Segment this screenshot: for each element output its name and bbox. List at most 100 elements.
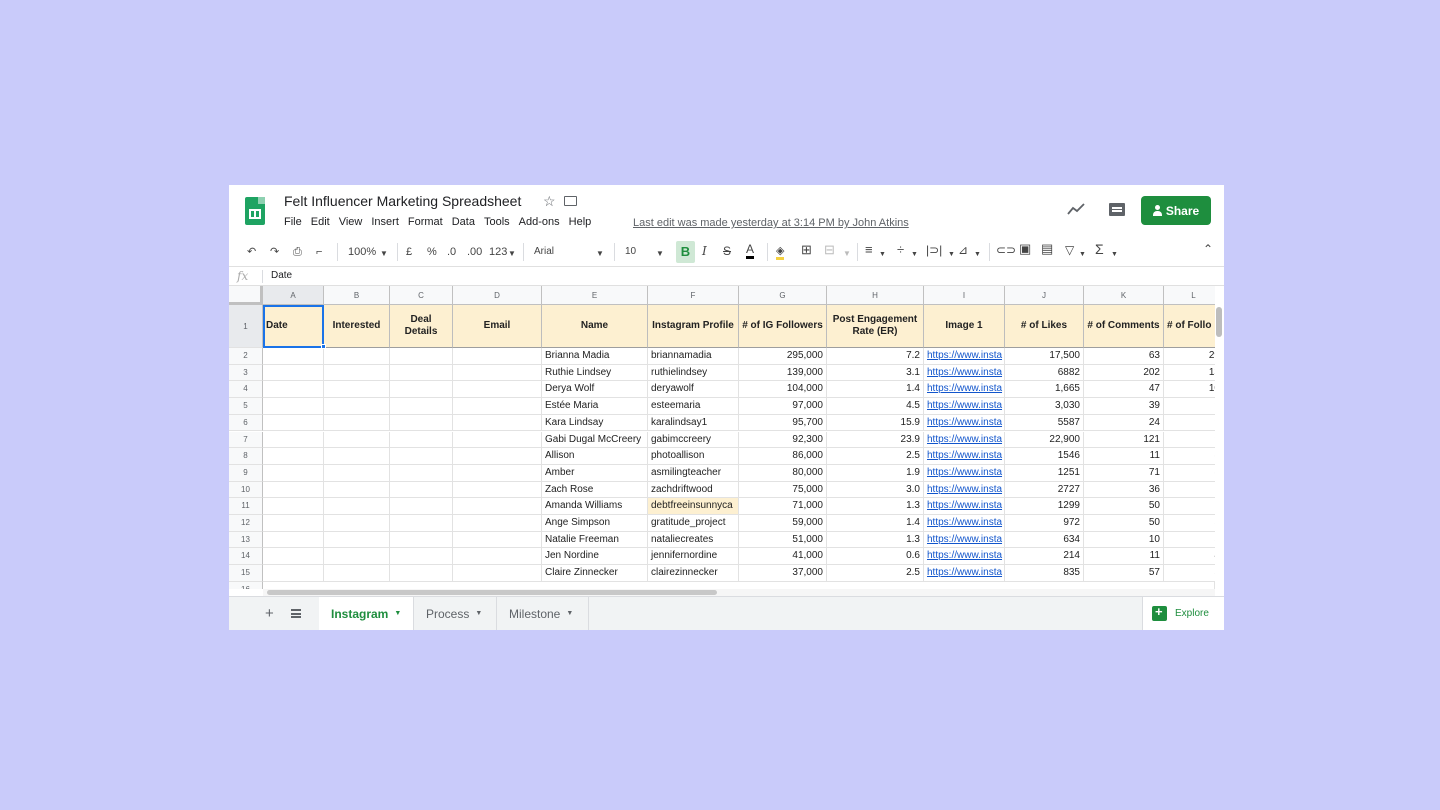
star-icon[interactable]: ☆ bbox=[543, 193, 556, 210]
strikethrough-button[interactable]: S bbox=[723, 244, 731, 258]
row-header[interactable]: 2 bbox=[229, 348, 263, 365]
merge-cells-icon[interactable]: ⊟ bbox=[824, 243, 835, 257]
table-cell[interactable]: 51,000 bbox=[739, 531, 827, 549]
insert-link-icon[interactable]: ⊂⊃ bbox=[996, 243, 1016, 257]
share-button[interactable]: Share bbox=[1141, 196, 1211, 225]
column-header-j[interactable]: J bbox=[1005, 286, 1084, 305]
table-cell[interactable]: asmilingteacher bbox=[648, 464, 739, 482]
table-cell[interactable]: 41,000 bbox=[739, 548, 827, 566]
table-cell[interactable]: 3.0 bbox=[827, 481, 924, 499]
table-cell[interactable]: karalindsay1 bbox=[648, 414, 739, 432]
row-header[interactable]: 15 bbox=[229, 565, 263, 582]
table-cell[interactable]: 202 bbox=[1084, 364, 1164, 382]
table-cell[interactable]: Ange Simpson bbox=[542, 515, 648, 532]
row-header[interactable]: 4 bbox=[229, 381, 263, 399]
row-header[interactable]: 16 bbox=[229, 581, 263, 589]
table-cell[interactable]: 11 bbox=[1084, 448, 1164, 465]
table-cell[interactable]: 29 bbox=[1164, 348, 1215, 365]
table-cell[interactable] bbox=[324, 531, 390, 549]
table-cell[interactable]: 1.9 bbox=[827, 464, 924, 482]
table-cell[interactable]: 63 bbox=[1084, 348, 1164, 365]
table-cell[interactable] bbox=[263, 531, 324, 549]
table-cell[interactable]: https://www.insta bbox=[924, 531, 1005, 549]
text-color-button[interactable]: A bbox=[746, 243, 755, 259]
table-cell[interactable] bbox=[390, 381, 453, 399]
table-cell[interactable]: 47 bbox=[1084, 381, 1164, 399]
table-cell[interactable]: https://www.insta bbox=[924, 464, 1005, 482]
tab-menu-icon[interactable]: ▼ bbox=[394, 610, 401, 617]
table-cell[interactable]: 3 bbox=[1164, 565, 1215, 582]
table-cell[interactable]: Zach Rose bbox=[542, 481, 648, 499]
table-cell[interactable]: 50 bbox=[1084, 498, 1164, 515]
header-cell[interactable]: # of IG Followers bbox=[739, 305, 827, 348]
table-cell[interactable]: 9 bbox=[1164, 415, 1215, 432]
table-cell[interactable]: zachdriftwood bbox=[648, 481, 739, 499]
table-cell[interactable]: 95,700 bbox=[739, 414, 827, 432]
menu-format[interactable]: Format bbox=[408, 216, 443, 228]
column-header-f[interactable]: F bbox=[648, 286, 739, 305]
decrease-decimal-button[interactable]: .0 bbox=[447, 245, 456, 259]
table-cell[interactable]: 86,000 bbox=[739, 448, 827, 465]
table-cell[interactable]: https://www.insta bbox=[924, 348, 1005, 365]
table-cell[interactable] bbox=[390, 398, 453, 415]
horizontal-scrollbar[interactable] bbox=[267, 590, 717, 595]
header-cell[interactable]: Deal Details bbox=[390, 305, 453, 348]
table-cell[interactable] bbox=[324, 414, 390, 432]
explore-button[interactable]: Explore bbox=[1142, 597, 1224, 630]
table-cell[interactable] bbox=[453, 531, 542, 549]
horizontal-align-icon[interactable]: ≡ bbox=[865, 243, 873, 257]
table-cell[interactable]: 10 bbox=[1164, 381, 1215, 399]
table-cell[interactable]: 7 bbox=[1164, 498, 1215, 515]
table-cell[interactable] bbox=[453, 414, 542, 432]
italic-button[interactable]: I bbox=[702, 244, 707, 258]
table-cell[interactable]: 24 bbox=[1084, 414, 1164, 432]
table-cell[interactable] bbox=[453, 348, 542, 365]
table-cell[interactable] bbox=[324, 565, 390, 582]
table-cell[interactable] bbox=[390, 548, 453, 566]
table-cell[interactable]: 5 bbox=[1164, 532, 1215, 549]
table-cell[interactable] bbox=[390, 364, 453, 382]
table-cell[interactable]: 5587 bbox=[1005, 414, 1084, 432]
table-cell[interactable]: https://www.insta bbox=[924, 414, 1005, 432]
table-cell[interactable]: 15.9 bbox=[827, 414, 924, 432]
table-cell[interactable]: https://www.insta bbox=[924, 381, 1005, 399]
table-cell[interactable]: ruthielindsey bbox=[648, 364, 739, 382]
table-cell[interactable]: Natalie Freeman bbox=[542, 531, 648, 549]
collapse-menus-icon[interactable]: ⌃ bbox=[1203, 242, 1213, 256]
table-cell[interactable] bbox=[263, 398, 324, 415]
table-cell[interactable] bbox=[453, 565, 542, 582]
table-cell[interactable]: debtfreeinsunnyca bbox=[648, 498, 739, 515]
tab-process[interactable]: Process ▼ bbox=[414, 597, 497, 630]
table-cell[interactable]: photoallison bbox=[648, 448, 739, 465]
last-edit-link[interactable]: Last edit was made yesterday at 3:14 PM … bbox=[633, 217, 909, 229]
table-cell[interactable]: 1,665 bbox=[1005, 381, 1084, 399]
table-cell[interactable] bbox=[324, 515, 390, 532]
fill-color-icon[interactable]: ◈ bbox=[776, 245, 785, 260]
table-cell[interactable]: 6882 bbox=[1005, 364, 1084, 382]
column-header-b[interactable]: B bbox=[324, 286, 390, 305]
tab-menu-icon[interactable]: ▼ bbox=[475, 610, 482, 617]
table-cell[interactable]: 8 bbox=[1164, 465, 1215, 482]
menu-tools[interactable]: Tools bbox=[484, 216, 510, 228]
table-cell[interactable]: 1.4 bbox=[827, 515, 924, 532]
comment-history-icon[interactable] bbox=[1109, 203, 1125, 216]
table-cell[interactable]: 3.1 bbox=[827, 364, 924, 382]
table-cell[interactable]: 11 bbox=[1084, 548, 1164, 566]
table-cell[interactable]: 9 bbox=[1164, 432, 1215, 449]
table-cell[interactable]: 57 bbox=[1084, 565, 1164, 582]
table-cell[interactable] bbox=[324, 381, 390, 399]
zoom-select[interactable]: 100% bbox=[348, 245, 376, 259]
table-cell[interactable]: https://www.insta bbox=[924, 548, 1005, 566]
table-cell[interactable]: 75,000 bbox=[739, 481, 827, 499]
formula-input[interactable]: Date bbox=[271, 270, 292, 281]
table-cell[interactable]: clairezinnecker bbox=[648, 565, 739, 582]
table-cell[interactable]: https://www.insta bbox=[924, 398, 1005, 415]
table-cell[interactable]: 1.4 bbox=[827, 381, 924, 399]
table-cell[interactable]: https://www.insta bbox=[924, 565, 1005, 582]
column-header-g[interactable]: G bbox=[739, 286, 827, 305]
table-cell[interactable] bbox=[390, 431, 453, 449]
column-header-e[interactable]: E bbox=[542, 286, 648, 305]
table-row-partial[interactable] bbox=[263, 581, 1215, 589]
table-cell[interactable]: jennifernordine bbox=[648, 548, 739, 566]
filter-icon[interactable]: ▽ bbox=[1065, 243, 1074, 257]
